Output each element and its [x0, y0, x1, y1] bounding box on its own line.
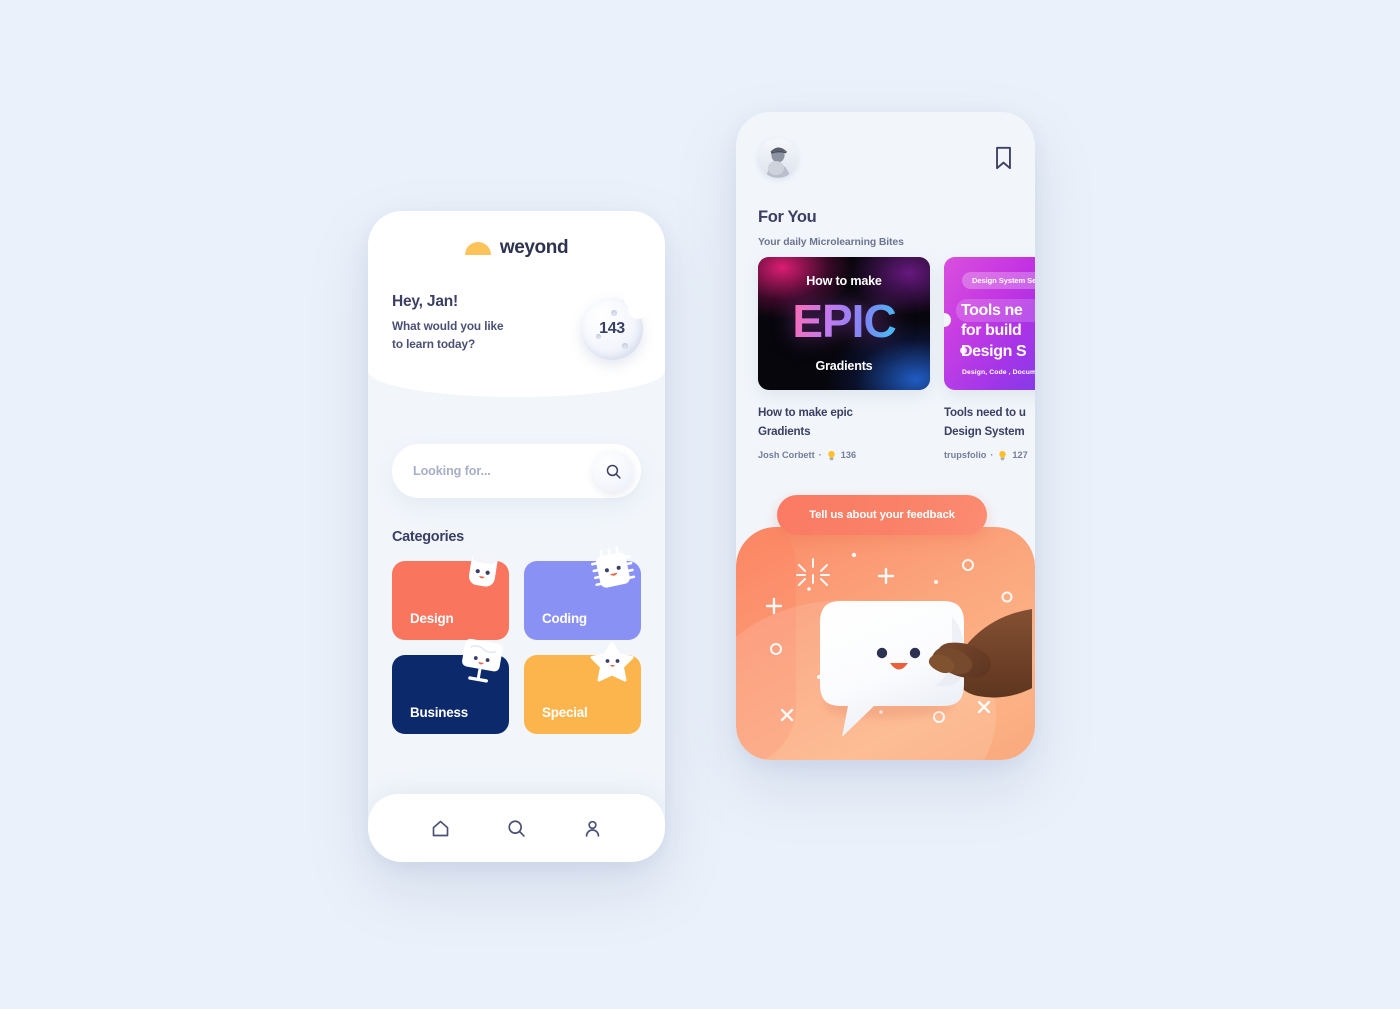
feed-card-thumbnail-gradients[interactable]: How to make EPIC Gradients [758, 257, 930, 390]
categories-heading: Categories [392, 529, 464, 545]
feed-caption-gradients[interactable]: How to make epic Gradients Josh Corbett … [758, 404, 930, 461]
user-avatar [758, 138, 798, 178]
home-header-panel: weyond Hey, Jan! What would you like to … [368, 211, 665, 397]
app-logo: weyond [368, 237, 665, 259]
meta-separator: · [990, 450, 994, 461]
caption-line2: Gradients [758, 424, 811, 438]
category-card-business[interactable]: Business [392, 638, 509, 734]
feed-caption-design-system[interactable]: Tools need to u Design System trupsfolio… [944, 404, 1035, 461]
lightbulb-icon [999, 450, 1007, 460]
sunrise-icon [464, 241, 491, 255]
bookmark-icon[interactable] [994, 146, 1013, 170]
feedback-illustration-panel [736, 527, 1035, 760]
thumb-headline-line2: for build [961, 322, 1022, 340]
feed-cards-row: How to make EPIC Gradients Design System… [758, 257, 1035, 390]
phone-home-screen: weyond Hey, Jan! What would you like to … [368, 211, 665, 862]
search-input[interactable]: Looking for... [413, 464, 593, 478]
stat-value: 136 [840, 450, 857, 461]
page-subtitle: Your daily Microlearning Bites [758, 237, 904, 248]
search-icon [508, 819, 525, 837]
page-title: For You [758, 208, 817, 226]
greeting-block: Hey, Jan! What would you like to learn t… [392, 293, 504, 354]
feed-topbar [758, 138, 1013, 178]
speech-bubble-character-with-hand [820, 601, 1032, 737]
caption-line1: How to make epic [758, 406, 853, 419]
greeting-question-line1: What would you like [392, 319, 504, 333]
stat-value: 127 [1012, 450, 1028, 461]
category-card-design[interactable]: Design [392, 549, 509, 640]
greeting-question-line2: to learn today? [392, 337, 476, 352]
points-badge[interactable]: 143 [581, 292, 648, 360]
nav-item-home[interactable] [420, 808, 460, 848]
nav-item-search[interactable] [496, 808, 536, 848]
author-name: Josh Corbett [758, 450, 815, 461]
phone-for-you-screen: For You Your daily Microlearning Bites H… [736, 112, 1035, 760]
lightbulb-icon [828, 450, 835, 460]
feedback-button[interactable]: Tell us about your feedback [777, 495, 987, 535]
caption-line1: Tools need to u [944, 406, 1026, 419]
thumb-headline-line1: Tools ne [961, 302, 1023, 319]
thumb-headline-line3: Design S [961, 342, 1027, 360]
thumb-bottom-text: Gradients [815, 359, 873, 373]
thumb-footer-text: Design, Code , Documentat [962, 369, 1035, 376]
greeting-question: What would you like to learn today? [392, 317, 504, 354]
thumb-headline: Tools ne for build Design S [961, 301, 1035, 362]
marshmallow-icon [461, 544, 505, 601]
thumb-hero-word: EPIC [758, 298, 930, 344]
series-badge: Design System Series [962, 272, 1035, 289]
category-label: Coding [542, 611, 587, 626]
caption-meta: Josh Corbett · 136 [758, 450, 930, 461]
feed-captions-row: How to make epic Gradients Josh Corbett … [758, 404, 1035, 461]
points-value: 143 [599, 320, 625, 337]
caption-line2: Design System [944, 424, 1025, 438]
monitor-icon [455, 635, 507, 696]
bottom-navigation [368, 794, 665, 862]
category-label: Design [410, 611, 454, 626]
chip-icon [589, 544, 637, 601]
categories-grid: Design Coding Business Special [392, 546, 641, 734]
screenshot-canvas: weyond Hey, Jan! What would you like to … [0, 0, 1400, 1009]
category-card-special[interactable]: Special [524, 641, 641, 734]
bullet-dot [960, 347, 967, 354]
home-icon [432, 820, 448, 836]
meta-separator: · [818, 450, 822, 461]
thumb-top-text: How to make [806, 274, 882, 288]
category-label: Special [542, 705, 588, 720]
author-name: trupsfolio [944, 450, 987, 461]
greeting-hello: Hey, Jan! [392, 293, 458, 310]
nav-item-profile[interactable] [573, 808, 613, 848]
search-button[interactable] [593, 450, 634, 492]
feed-card-thumbnail-design-system[interactable]: Design System Series Tools ne for build … [944, 257, 1035, 390]
avatar[interactable] [758, 138, 798, 178]
caption-meta: trupsfolio · 127 [944, 450, 1035, 461]
person-icon [586, 820, 600, 837]
category-label: Business [410, 705, 468, 720]
search-icon [606, 464, 621, 479]
category-card-coding[interactable]: Coding [524, 546, 641, 640]
search-bar[interactable]: Looking for... [392, 444, 641, 498]
star-icon [589, 639, 635, 690]
app-logo-text: weyond [499, 237, 569, 258]
